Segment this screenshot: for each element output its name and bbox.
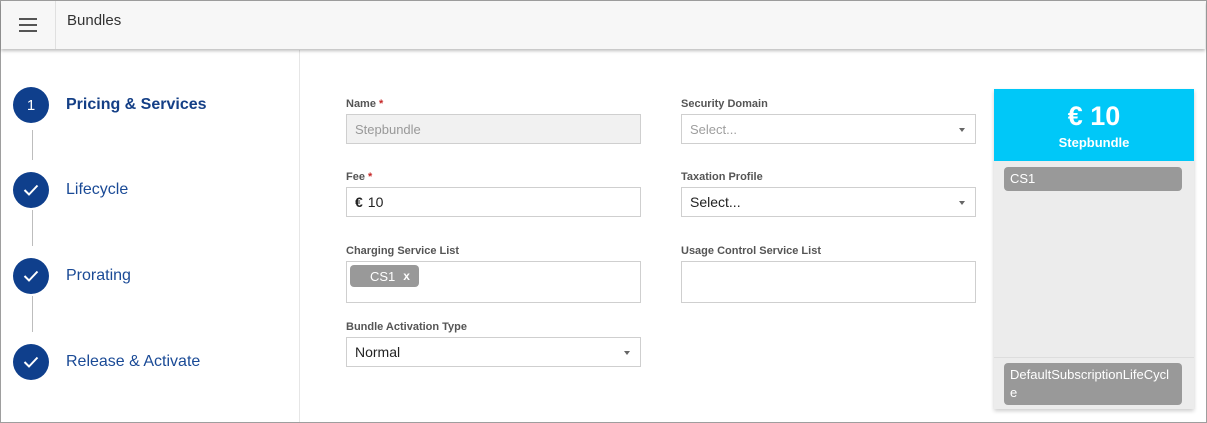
- charging-service-list-field[interactable]: CS1 x: [346, 261, 641, 303]
- step-connector: [32, 130, 33, 160]
- step-prorating[interactable]: Prorating: [13, 258, 131, 294]
- name-value: Stepbundle: [355, 121, 421, 137]
- dropdown-caret-icon: [959, 128, 965, 132]
- preview-divider: [994, 357, 1194, 358]
- wizard-stepper: 1 Pricing & Services Lifecycle Prorating…: [1, 50, 300, 422]
- preview-lifecycle-pill: DefaultSubscriptionLifeCycle: [1004, 363, 1182, 405]
- security-domain-select[interactable]: Select...: [681, 114, 976, 144]
- security-domain-label: Security Domain: [681, 98, 768, 110]
- checkmark-icon: [13, 172, 49, 208]
- page-title: Bundles: [67, 12, 122, 29]
- fee-field[interactable]: € 10: [346, 187, 641, 217]
- required-mark: *: [379, 98, 384, 110]
- bundle-activation-type-select[interactable]: Normal: [346, 337, 641, 367]
- checkmark-icon: [13, 344, 49, 380]
- step-release-activate[interactable]: Release & Activate: [13, 344, 200, 380]
- step-label: Pricing & Services: [66, 96, 207, 113]
- preview-name: Stepbundle: [1058, 135, 1130, 150]
- selected-value: Select...: [690, 194, 741, 210]
- dropdown-caret-icon: [624, 351, 630, 355]
- step-pricing-services[interactable]: 1 Pricing & Services: [13, 87, 207, 123]
- usage-control-service-list-field[interactable]: [681, 261, 976, 303]
- step-connector: [32, 296, 33, 332]
- step-label: Prorating: [66, 267, 131, 284]
- fee-label: Fee *: [346, 171, 372, 183]
- name-field[interactable]: Stepbundle: [346, 114, 641, 144]
- step-label: Lifecycle: [66, 181, 129, 198]
- preview-service-pill: CS1: [1004, 167, 1182, 191]
- name-label-text: Name: [346, 98, 376, 110]
- preview-price: € 10: [1067, 101, 1121, 131]
- select-placeholder: Select...: [690, 121, 737, 137]
- checkmark-icon: [13, 258, 49, 294]
- fee-value: 10: [367, 194, 384, 210]
- name-label: Name *: [346, 98, 383, 110]
- step-number: 1: [13, 87, 49, 123]
- dropdown-caret-icon: [959, 201, 965, 205]
- currency-symbol: €: [355, 194, 363, 210]
- top-bar: Bundles: [1, 1, 1205, 49]
- usage-control-service-list-label: Usage Control Service List: [681, 245, 821, 257]
- bundle-form: Name * Stepbundle Fee * € 10 Charging Se…: [300, 50, 990, 422]
- service-chip: CS1 x: [350, 265, 419, 287]
- step-label: Release & Activate: [66, 353, 201, 370]
- preview-header: € 10 Stepbundle: [994, 89, 1194, 161]
- selected-value: Normal: [355, 344, 401, 360]
- chip-label: CS1: [370, 268, 396, 284]
- charging-service-list-label: Charging Service List: [346, 245, 460, 257]
- fee-label-text: Fee: [346, 171, 365, 183]
- hamburger-menu-icon[interactable]: [1, 1, 56, 49]
- required-mark: *: [368, 171, 373, 183]
- bundle-activation-type-label: Bundle Activation Type: [346, 321, 468, 333]
- taxation-profile-select[interactable]: Select...: [681, 187, 976, 217]
- step-lifecycle[interactable]: Lifecycle: [13, 172, 128, 208]
- remove-chip-icon[interactable]: x: [403, 269, 410, 283]
- bundle-preview-card: € 10 Stepbundle CS1 DefaultSubscriptionL…: [994, 89, 1194, 409]
- step-connector: [32, 210, 33, 246]
- taxation-profile-label: Taxation Profile: [681, 171, 763, 183]
